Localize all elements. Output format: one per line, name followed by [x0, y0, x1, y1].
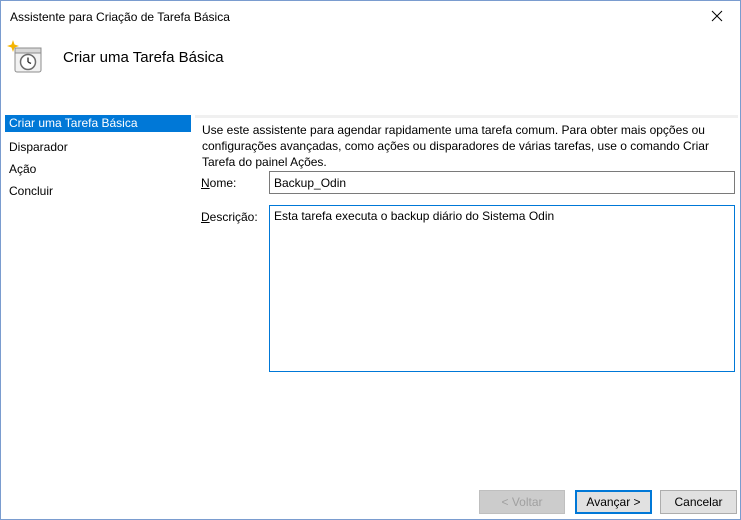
wizard-steps-sidebar: Criar uma Tarefa Básica Disparador Ação … — [5, 115, 191, 485]
close-button[interactable] — [694, 1, 740, 31]
name-label: Nome: — [201, 176, 236, 190]
description-label-text: escrição: — [209, 210, 258, 224]
name-label-text: ome: — [209, 176, 237, 190]
description-label: Descrição: — [201, 210, 258, 224]
description-field[interactable]: Esta tarefa executa o backup diário do S… — [269, 205, 735, 372]
sidebar-item-criar-tarefa[interactable]: Criar uma Tarefa Básica — [5, 115, 191, 132]
cancel-button[interactable]: Cancelar — [660, 490, 737, 514]
sidebar-item-disparador[interactable]: Disparador — [5, 137, 191, 159]
wizard-window: Assistente para Criação de Tarefa Básica… — [0, 0, 741, 520]
window-title: Assistente para Criação de Tarefa Básica — [10, 10, 230, 24]
wizard-content: Use este assistente para agendar rapidam… — [195, 115, 738, 487]
sidebar-item-acao[interactable]: Ação — [5, 159, 191, 181]
sidebar-item-concluir[interactable]: Concluir — [5, 181, 191, 203]
title-bar: Assistente para Criação de Tarefa Básica — [1, 1, 740, 31]
intro-text: Use este assistente para agendar rapidam… — [202, 123, 709, 169]
name-label-accelerator: N — [201, 176, 210, 190]
close-icon — [711, 10, 723, 22]
name-field[interactable] — [269, 171, 735, 194]
page-title: Criar uma Tarefa Básica — [63, 49, 224, 66]
wizard-header: Criar uma Tarefa Básica — [1, 31, 740, 89]
task-scheduler-clock-icon — [7, 40, 42, 73]
wizard-footer: < Voltar Avançar > Cancelar — [1, 487, 740, 519]
description-label-accelerator: D — [201, 210, 210, 224]
next-button[interactable]: Avançar > — [575, 490, 652, 514]
back-button[interactable]: < Voltar — [479, 490, 565, 514]
